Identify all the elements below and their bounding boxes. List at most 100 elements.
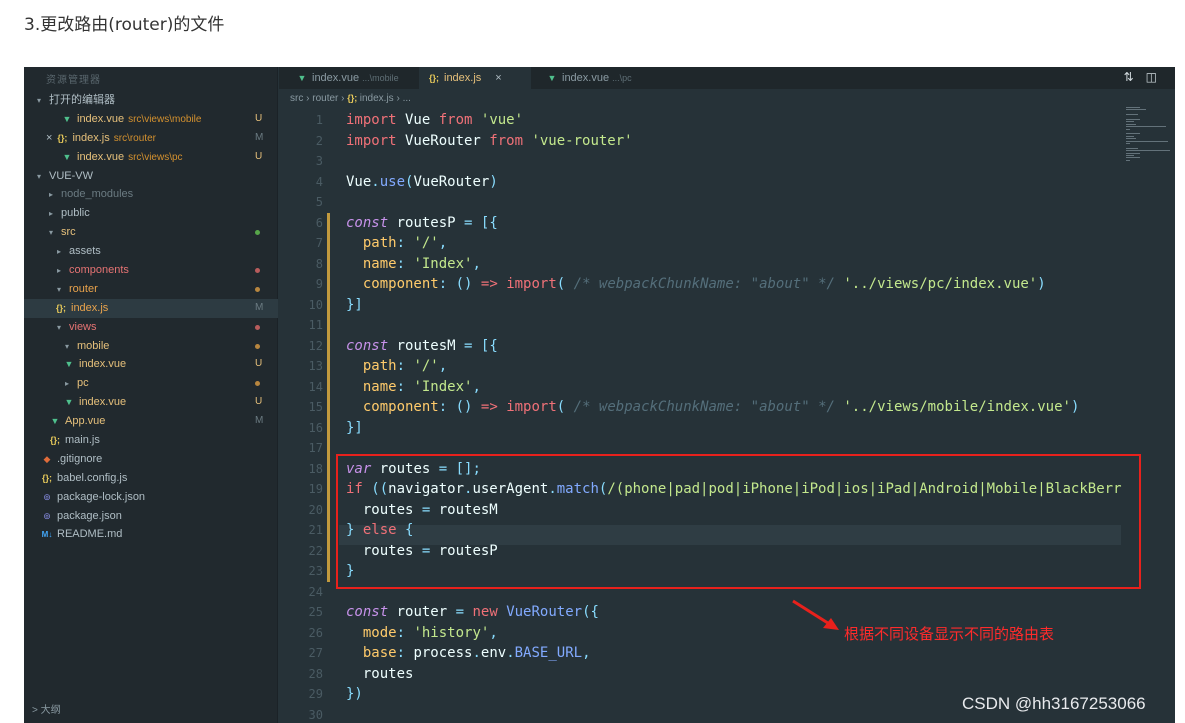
line-number: 26 xyxy=(308,625,323,640)
code-line: 8 name: 'Index', xyxy=(279,254,1149,275)
tree-row-label: ◆ .gitignore xyxy=(40,450,103,469)
tree-row[interactable]: ⊚ package.json xyxy=(24,507,278,526)
chevron-down-icon: ▾ xyxy=(56,322,61,332)
breadcrumb-item[interactable]: index.js xyxy=(360,93,394,104)
tree-row-label: ▾ VUE-VW xyxy=(32,167,93,187)
line-number: 18 xyxy=(308,461,323,476)
editor-tabs: ⇅◫ ▼ index.vue ...\mobile {}; index.js × ▼ inde… xyxy=(279,67,1175,89)
minimap-line xyxy=(1126,133,1140,135)
git-status-badge: M xyxy=(255,301,264,313)
code-line: 9 component: () => import( /* webpackChu… xyxy=(279,274,1149,295)
modified-dot-icon xyxy=(255,381,260,387)
tree-row[interactable]: ▾ views xyxy=(24,318,278,337)
tab-index-js[interactable]: {}; index.js × xyxy=(419,67,531,89)
chevron-down-icon: ▾ xyxy=(64,341,69,351)
close-icon[interactable]: × xyxy=(495,72,501,84)
tree-row[interactable]: ▸ components xyxy=(24,261,278,280)
tab-index-vue[interactable]: ▼ index.vue ...\pc xyxy=(537,67,657,89)
minimap-line xyxy=(1126,150,1170,152)
tree-row[interactable]: ▼ index.vue src\views\pc U xyxy=(24,148,278,167)
modified-dot-icon xyxy=(255,324,260,330)
tree-row[interactable]: ▸ public xyxy=(24,204,278,223)
minimap-line xyxy=(1126,107,1140,108)
tree-row[interactable]: M↓ README.md xyxy=(24,525,278,544)
split-editor-icon[interactable]: ◫ xyxy=(1146,70,1169,84)
tree-row[interactable]: ▾ router xyxy=(24,280,278,299)
chevron-right-icon: ▸ xyxy=(48,209,53,219)
tree-row[interactable]: ▾ VUE-VW xyxy=(24,167,278,186)
tree-row-label: ▼ index.vue src\views\mobile xyxy=(60,110,202,130)
js-icon: {}; xyxy=(428,73,439,83)
tree-row[interactable]: {}; index.js M xyxy=(24,298,278,318)
line-number: 10 xyxy=(308,297,323,312)
tree-row-label: ⊚ package.json xyxy=(40,507,122,526)
line-number: 17 xyxy=(308,441,323,455)
explorer-title: 资源管理器 xyxy=(46,75,101,86)
tree-row[interactable]: {}; babel.config.js xyxy=(24,469,278,488)
compare-icon[interactable]: ⇅ xyxy=(1124,70,1146,84)
tree-row-label: {}; index.js xyxy=(54,299,108,318)
tree-row[interactable]: ▸ node_modules xyxy=(24,185,278,204)
minimap-line xyxy=(1126,159,1130,161)
csdn-watermark: CSDN @hh3167253066 xyxy=(962,694,1146,713)
minimap-line xyxy=(1126,128,1130,130)
breadcrumb-item[interactable]: ... xyxy=(403,93,411,104)
code-line: 1 import Vue from 'vue' xyxy=(279,110,1149,131)
tree-row[interactable]: ▼ index.vue U xyxy=(24,355,278,374)
chevron-right-icon: ▸ xyxy=(56,247,61,257)
line-number: 30 xyxy=(308,707,323,722)
highlight-box xyxy=(336,454,1141,589)
tree-row-label: ▼ index.vue xyxy=(62,393,127,412)
tree-row[interactable]: ▸ assets xyxy=(24,242,278,261)
tree-row[interactable]: {}; main.js xyxy=(24,431,278,450)
outline-section[interactable]: > 大纲 xyxy=(32,701,61,716)
line-number: 1 xyxy=(315,113,323,127)
modified-dot-icon xyxy=(255,268,260,274)
code-line: 10}] xyxy=(279,295,1149,316)
explorer-sidebar: 资源管理器 ▾ 打开的编辑器 ▼ index.vue src\views\mobile U… xyxy=(24,67,278,723)
breadcrumb: src › router › {}; index.js › ... xyxy=(290,93,411,104)
line-number: 8 xyxy=(315,256,323,271)
tree-row[interactable]: ▼ index.vue U xyxy=(24,393,278,412)
tree-row-label: ▸ node_modules xyxy=(44,185,133,205)
tree-row[interactable]: × {}; index.js src\router M xyxy=(24,129,278,148)
line-number: 4 xyxy=(315,174,323,189)
tree-row[interactable]: ▾ 打开的编辑器 xyxy=(24,91,278,110)
chevron-right-icon: ▸ xyxy=(56,266,61,276)
minimap-line xyxy=(1126,119,1140,120)
line-number: 25 xyxy=(308,605,323,619)
article-heading: 3.更改路由(router)的文件 xyxy=(24,15,225,35)
line-number: 2 xyxy=(315,133,323,148)
tree-row-label: ▾ views xyxy=(52,318,97,338)
minimap[interactable] xyxy=(1122,107,1170,165)
tree-row[interactable]: ⊚ package-lock.json xyxy=(24,488,278,507)
vue-icon: ▼ xyxy=(64,359,74,370)
minimap-line xyxy=(1126,147,1138,149)
vue-icon: ▼ xyxy=(50,416,60,427)
git-status-badge: M xyxy=(255,415,264,427)
tree-row-label: ▸ assets xyxy=(52,242,101,262)
line-number: 16 xyxy=(308,420,323,435)
js-icon: {}; xyxy=(41,472,52,483)
tree-row-label: ▸ pc xyxy=(60,374,89,394)
tree-row[interactable]: ▾ mobile xyxy=(24,337,278,356)
tree-row[interactable]: ▾ src xyxy=(24,223,278,242)
close-icon[interactable]: × xyxy=(46,132,52,144)
line-number: 27 xyxy=(308,646,323,660)
code-line: 28 routes xyxy=(279,664,1149,685)
breadcrumb-item[interactable]: src xyxy=(290,93,303,104)
modified-dot-icon xyxy=(255,286,260,292)
tree-row[interactable]: ▸ pc xyxy=(24,374,278,393)
breadcrumb-item[interactable]: router xyxy=(312,93,338,104)
line-number: 3 xyxy=(315,154,323,168)
tree-row[interactable]: ◆ .gitignore xyxy=(24,450,278,469)
pkg-icon: ⊚ xyxy=(43,491,51,502)
chevron-down-icon: ▾ xyxy=(36,171,41,181)
git-status-badge: M xyxy=(255,131,264,143)
tab-index-vue[interactable]: ▼ index.vue ...\mobile xyxy=(287,67,412,89)
chevron-right-icon: › xyxy=(303,93,313,104)
tree-row[interactable]: ▼ App.vue M xyxy=(24,412,278,431)
tree-row-label: ▸ public xyxy=(44,204,90,224)
tree-row[interactable]: ▼ index.vue src\views\mobile U xyxy=(24,110,278,129)
md-icon: M↓ xyxy=(41,530,53,540)
